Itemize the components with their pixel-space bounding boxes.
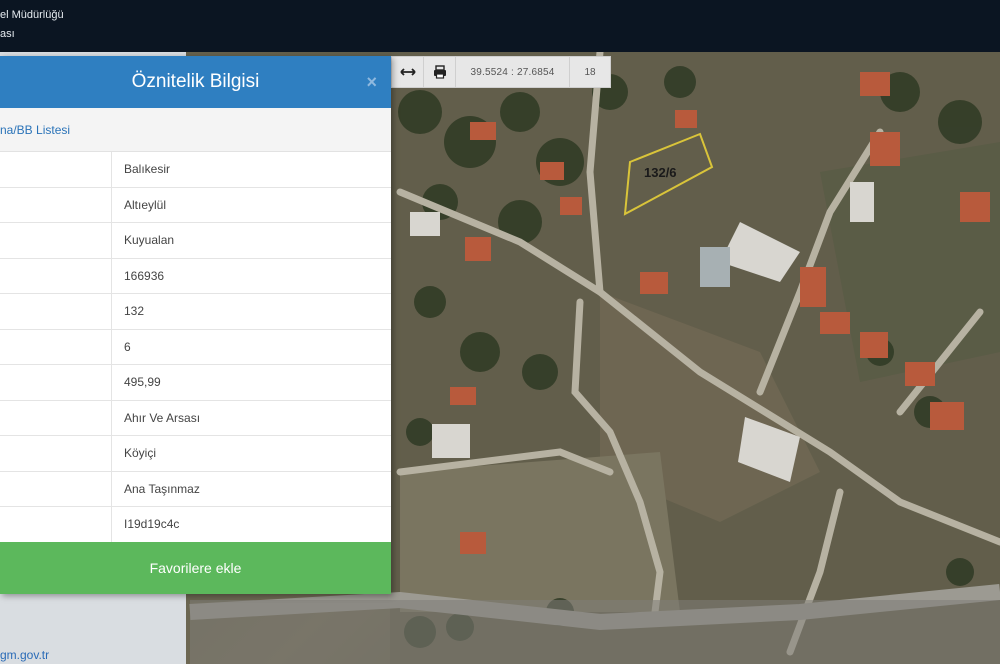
print-icon: [433, 65, 446, 79]
attribute-key: [0, 507, 112, 542]
attribute-key: [0, 471, 112, 506]
attribute-key: [0, 329, 112, 364]
coordinates-readout: 39.5524 : 27.6854: [456, 57, 570, 87]
attribute-value: 6: [124, 339, 131, 354]
zoom-level-readout: 18: [584, 66, 596, 78]
attribute-value: 166936: [124, 268, 165, 283]
footer-link[interactable]: gm.gov.tr: [0, 648, 49, 662]
table-row: Balıkesir: [0, 152, 391, 188]
panel-header: Öznitelik Bilgisi ×: [0, 56, 391, 108]
attribute-info-panel: Öznitelik Bilgisi × na/BB Listesi Balıke…: [0, 56, 391, 594]
attribute-value: 495,99: [124, 375, 161, 390]
measure-icon: [399, 68, 416, 76]
print-button[interactable]: [424, 57, 456, 87]
attribute-key: [0, 187, 112, 222]
table-row: 495,99: [0, 365, 391, 401]
attribute-key: [0, 294, 112, 329]
attribute-key: [0, 152, 112, 187]
attribute-value: Altıeylül: [124, 197, 167, 212]
attribute-value: I19d19c4c: [124, 517, 180, 532]
top-header-bar: el Müdürlüğü ası: [0, 0, 1000, 52]
header-subtitle: ası: [0, 28, 15, 40]
panel-subheader: na/BB Listesi: [0, 108, 391, 152]
parcel-label: 132/6: [644, 165, 677, 180]
close-icon[interactable]: ×: [366, 72, 377, 93]
attribute-value: Ahır Ve Arsası: [124, 410, 201, 425]
attribute-table: Balıkesir Altıeylül Kuyualan 166936 132 …: [0, 152, 391, 543]
table-row: 6: [0, 329, 391, 365]
measure-button[interactable]: [392, 57, 424, 87]
table-row: I19d19c4c: [0, 507, 391, 543]
table-row: 166936: [0, 258, 391, 294]
attribute-value: Kuyualan: [124, 233, 175, 248]
panel-title: Öznitelik Bilgisi: [131, 71, 260, 92]
attribute-value: Ana Taşınmaz: [124, 481, 200, 496]
table-row: Kuyualan: [0, 223, 391, 259]
table-row: Ahır Ve Arsası: [0, 400, 391, 436]
attribute-value: Köyiçi: [124, 446, 157, 461]
attribute-key: [0, 400, 112, 435]
attribute-key: [0, 436, 112, 471]
attribute-value: 132: [124, 304, 145, 319]
attribute-value: Balıkesir: [124, 162, 171, 177]
attribute-key: [0, 223, 112, 258]
add-to-favorites-button[interactable]: Favorilere ekle: [0, 542, 391, 594]
map-toolbar: 39.5524 : 27.6854 18: [391, 56, 611, 88]
table-row: Köyiçi: [0, 436, 391, 472]
table-row: Altıeylül: [0, 187, 391, 223]
table-row: 132: [0, 294, 391, 330]
list-link[interactable]: na/BB Listesi: [0, 123, 70, 137]
attribute-key: [0, 258, 112, 293]
table-row: Ana Taşınmaz: [0, 471, 391, 507]
header-title: el Müdürlüğü: [0, 9, 64, 21]
attribute-key: [0, 365, 112, 400]
